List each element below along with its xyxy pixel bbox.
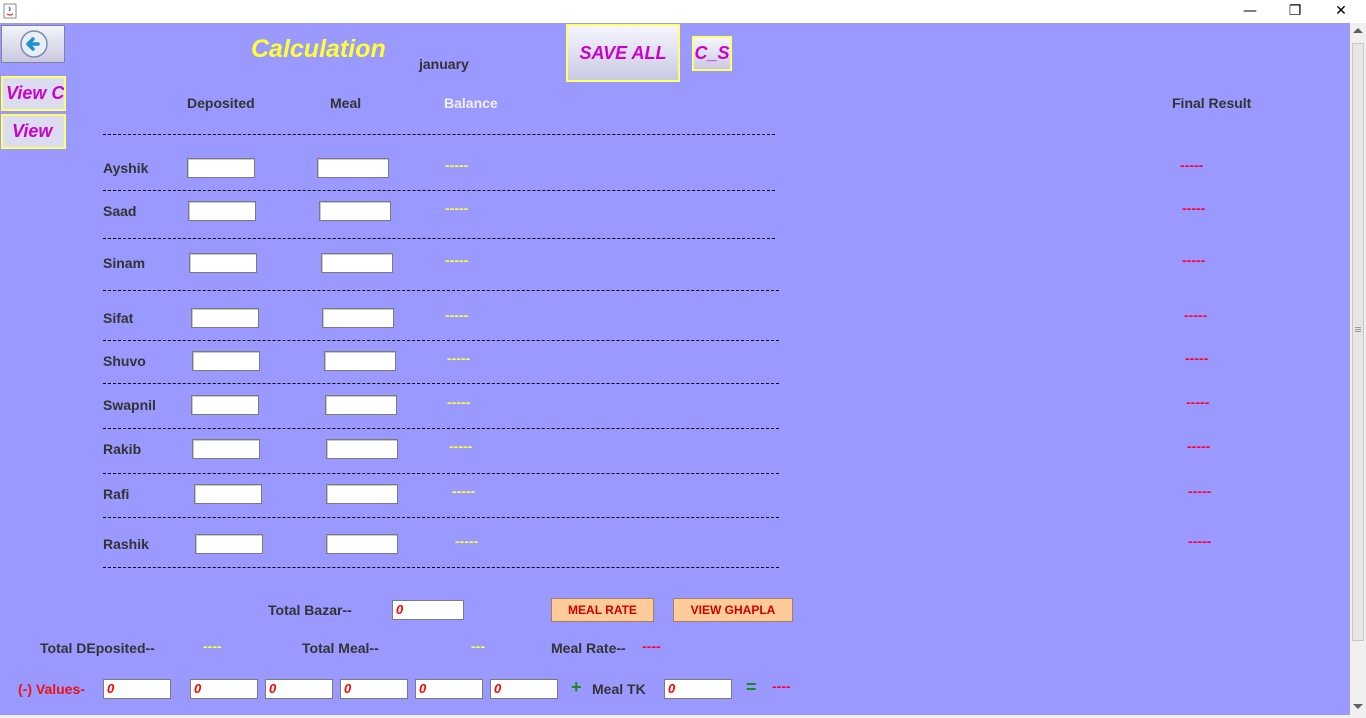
row-separator bbox=[103, 567, 779, 568]
row-separator bbox=[103, 290, 779, 291]
scrollbar-thumb[interactable] bbox=[1352, 43, 1364, 641]
balance-value: ----- bbox=[449, 438, 473, 454]
minus-values-label: (-) Values- bbox=[18, 681, 85, 697]
balance-value: ----- bbox=[452, 483, 476, 499]
minus-value-input[interactable]: 0 bbox=[190, 679, 258, 699]
member-name: Ayshik bbox=[103, 160, 149, 176]
deposited-input[interactable] bbox=[192, 351, 260, 371]
scroll-down-arrow-icon[interactable] bbox=[1353, 704, 1363, 709]
row-separator bbox=[103, 340, 779, 341]
minus-value-input[interactable]: 0 bbox=[103, 679, 171, 699]
final-result-value: ----- bbox=[1180, 157, 1204, 173]
member-name: Rashik bbox=[103, 536, 149, 552]
back-button[interactable] bbox=[1, 25, 65, 63]
vertical-scrollbar[interactable] bbox=[1350, 23, 1366, 715]
minus-value-input[interactable]: 0 bbox=[340, 679, 408, 699]
java-app-icon bbox=[3, 3, 17, 19]
deposited-header: Deposited bbox=[187, 95, 255, 111]
row-separator bbox=[103, 238, 775, 239]
final-result-value: ----- bbox=[1186, 394, 1210, 410]
meal-input[interactable] bbox=[326, 534, 398, 554]
deposited-input[interactable] bbox=[187, 158, 255, 178]
month-label: january bbox=[419, 56, 469, 72]
window-title-bar: — ❐ ✕ bbox=[0, 0, 1366, 23]
total-bazar-label: Total Bazar-- bbox=[268, 602, 352, 618]
row-separator bbox=[103, 473, 779, 474]
meal-input[interactable] bbox=[317, 158, 389, 178]
view-ghapla-button[interactable]: VIEW GHAPLA bbox=[673, 598, 793, 622]
deposited-input[interactable] bbox=[191, 395, 259, 415]
row-separator bbox=[103, 134, 775, 135]
meal-tk-input[interactable]: 0 bbox=[664, 679, 732, 699]
total-deposited-label: Total DEposited-- bbox=[40, 640, 155, 656]
deposited-input[interactable] bbox=[191, 308, 259, 328]
minus-value-input[interactable]: 0 bbox=[490, 679, 558, 699]
row-separator bbox=[103, 517, 779, 518]
minus-value-input[interactable]: 0 bbox=[265, 679, 333, 699]
main-panel: View C View Calculation january SAVE ALL… bbox=[0, 23, 1350, 715]
member-name: Shuvo bbox=[103, 353, 146, 369]
deposited-input[interactable] bbox=[188, 201, 256, 221]
close-button[interactable]: ✕ bbox=[1318, 0, 1364, 23]
scroll-up-arrow-icon[interactable] bbox=[1353, 28, 1363, 33]
row-separator bbox=[103, 190, 775, 191]
balance-value: ----- bbox=[445, 252, 469, 268]
balance-value: ----- bbox=[445, 200, 469, 216]
member-name: Swapnil bbox=[103, 397, 156, 413]
meal-input[interactable] bbox=[321, 253, 393, 273]
meal-input[interactable] bbox=[322, 308, 394, 328]
final-result-value: ----- bbox=[1188, 483, 1212, 499]
deposited-input[interactable] bbox=[189, 253, 257, 273]
deposited-input[interactable] bbox=[192, 439, 260, 459]
final-result-header: Final Result bbox=[1172, 95, 1252, 111]
cs-button[interactable]: C_S bbox=[692, 36, 732, 71]
deposited-input[interactable] bbox=[194, 484, 262, 504]
member-name: Rakib bbox=[103, 441, 142, 457]
balance-value: ----- bbox=[445, 307, 469, 323]
final-result-value: ----- bbox=[1184, 307, 1208, 323]
plus-sign: + bbox=[571, 677, 582, 697]
member-name: Saad bbox=[103, 203, 137, 219]
member-name: Sinam bbox=[103, 255, 146, 271]
final-result-value: ----- bbox=[1182, 200, 1206, 216]
minimize-button[interactable]: — bbox=[1227, 0, 1273, 23]
minus-value-input[interactable]: 0 bbox=[415, 679, 483, 699]
total-meal-value: --- bbox=[471, 638, 485, 654]
meal-input[interactable] bbox=[326, 439, 398, 459]
row-separator bbox=[103, 428, 779, 429]
meal-input[interactable] bbox=[325, 395, 397, 415]
save-all-button[interactable]: SAVE ALL bbox=[566, 24, 680, 82]
balance-value: ----- bbox=[447, 394, 471, 410]
view-c-button[interactable]: View C bbox=[1, 76, 66, 111]
meal-rate-value: ---- bbox=[642, 638, 661, 654]
meal-input[interactable] bbox=[324, 351, 396, 371]
final-result-value: ----- bbox=[1187, 438, 1211, 454]
meal-input[interactable] bbox=[326, 484, 398, 504]
back-arrow-icon bbox=[20, 30, 48, 58]
row-separator bbox=[103, 383, 779, 384]
total-deposited-value: ---- bbox=[203, 638, 222, 654]
deposited-input[interactable] bbox=[195, 534, 263, 554]
final-result-value: ----- bbox=[1188, 533, 1212, 549]
restore-button[interactable]: ❐ bbox=[1272, 0, 1318, 23]
meal-rate-button[interactable]: MEAL RATE bbox=[551, 598, 654, 622]
balance-value: ----- bbox=[445, 157, 469, 173]
meal-header: Meal bbox=[330, 95, 362, 111]
equals-sign: = bbox=[746, 677, 757, 697]
page-title: Calculation bbox=[251, 35, 386, 63]
total-meal-label: Total Meal-- bbox=[302, 640, 379, 656]
balance-value: ----- bbox=[455, 533, 479, 549]
member-name: Sifat bbox=[103, 310, 134, 326]
balance-value: ----- bbox=[447, 350, 471, 366]
final-result-value: ----- bbox=[1185, 350, 1209, 366]
balance-header: Balance bbox=[444, 95, 498, 111]
view-button[interactable]: View bbox=[1, 114, 66, 149]
bottom-result-value: ---- bbox=[772, 678, 791, 694]
meal-input[interactable] bbox=[319, 201, 391, 221]
meal-rate-label: Meal Rate-- bbox=[551, 640, 626, 656]
member-name: Rafi bbox=[103, 486, 130, 502]
total-bazar-input[interactable]: 0 bbox=[392, 600, 464, 620]
meal-tk-label: Meal TK bbox=[592, 681, 646, 697]
final-result-value: ----- bbox=[1182, 252, 1206, 268]
